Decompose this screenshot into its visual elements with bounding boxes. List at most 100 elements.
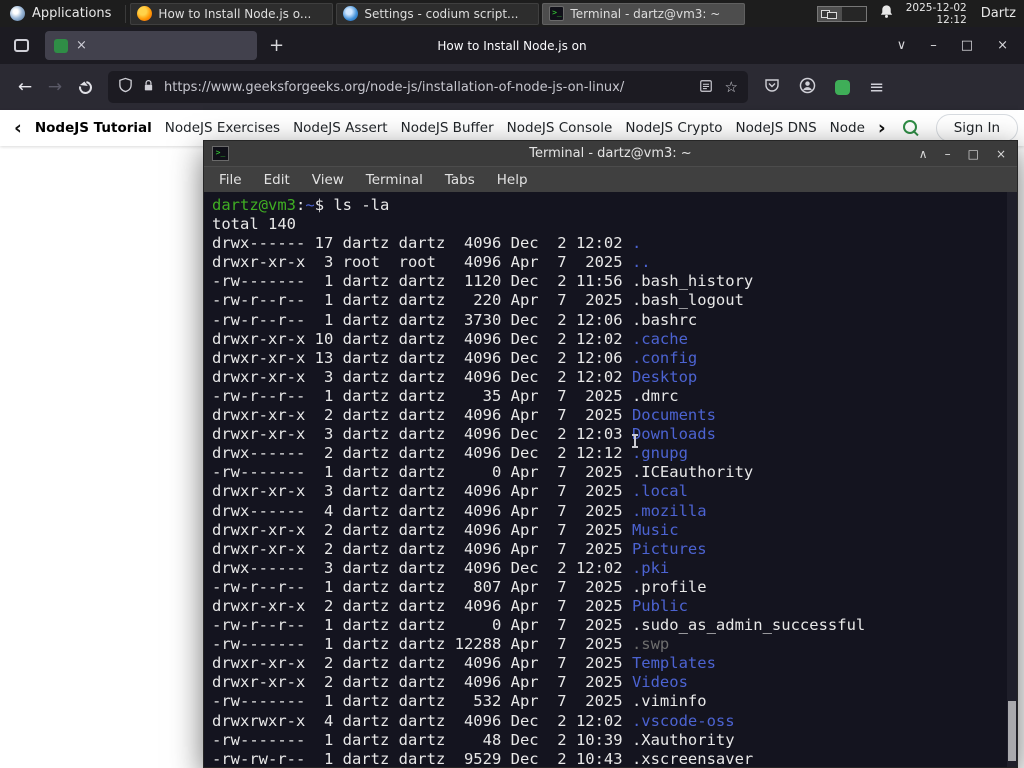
terminal-scrollbar-thumb[interactable] [1008,701,1016,761]
back-button[interactable]: ← [10,72,40,102]
terminal-icon: >_ [549,6,565,21]
terminal-output-line: drwxr-xr-x 3 root root 4096 Apr 7 2025 .… [212,253,651,272]
terminal-maximize-button[interactable]: □ [968,147,979,161]
taskbar-window-settings[interactable]: Settings - codium script... [336,2,540,25]
terminal-output-line: -rw-r--r-- 1 dartz dartz 220 Apr 7 2025 … [212,291,744,310]
nav-link-nodejs-exercises[interactable]: NodeJS Exercises [165,120,280,136]
terminal-output-line: drwxr-xr-x 3 dartz dartz 4096 Dec 2 12:0… [212,425,716,444]
terminal-output-line: -rw-rw-r-- 1 dartz dartz 9529 Dec 2 10:4… [212,749,754,767]
terminal-prompt-line: dartz@vm3:~$ ls -la [212,196,390,214]
bookmark-star-icon[interactable]: ☆ [725,78,738,96]
terminal-titlebar[interactable]: >_ Terminal - dartz@vm3: ~ ∧ – □ × [204,141,1017,166]
url-bar[interactable]: https://www.geeksforgeeks.org/node-js/in… [108,71,748,103]
terminal-output-line: drwx------ 4 dartz dartz 4096 Apr 7 2025… [212,501,707,520]
workspace-1[interactable] [817,6,842,21]
terminal-output-line: -rw-r--r-- 1 dartz dartz 807 Apr 7 2025 … [212,577,707,596]
nav-link-nodejs-buffer[interactable]: NodeJS Buffer [401,120,494,136]
terminal-output-line: drwx------ 17 dartz dartz 4096 Dec 2 12:… [212,234,642,253]
terminal-output-line: -rw------- 1 dartz dartz 12288 Apr 7 202… [212,635,670,654]
account-icon[interactable] [799,77,816,98]
tab-title: How to Install Node.js on [437,38,587,53]
tracking-shield-icon[interactable] [118,77,133,97]
terminal-output-line: drwxrwxr-x 4 dartz dartz 4096 Dec 2 12:0… [212,711,735,730]
menu-file[interactable]: File [208,172,253,188]
terminal-output-line: -rw------- 1 dartz dartz 532 Apr 7 2025 … [212,692,707,711]
terminal-menubar: File Edit View Terminal Tabs Help [204,166,1017,192]
nav-link-nodejs-crypto[interactable]: NodeJS Crypto [625,120,722,136]
system-tray: 2025-12-02 12:12 Dartz [816,2,1024,26]
taskbar-separator [125,4,127,23]
applications-label: Applications [32,6,112,21]
terminal-output-line: -rw-r--r-- 1 dartz dartz 3730 Dec 2 12:0… [212,310,698,329]
workspace-mini-window [826,11,837,19]
terminal-window-icon: >_ [212,146,229,161]
applications-menu[interactable]: Applications [0,0,121,27]
search-icon[interactable] [902,119,920,137]
desktop-taskbar: Applications How to Install Node.js o...… [0,0,1024,27]
menu-terminal[interactable]: Terminal [355,172,434,188]
terminal-output-line: drwxr-xr-x 2 dartz dartz 4096 Apr 7 2025… [212,539,707,558]
settings-icon [343,6,359,21]
username-label: Dartz [980,6,1016,21]
firefox-icon [137,6,153,21]
menu-tabs[interactable]: Tabs [434,172,486,188]
nav-scroll-right-icon[interactable]: › [878,117,886,139]
terminal-close-button[interactable]: × [996,147,1006,161]
extension-icon[interactable] [835,79,850,95]
terminal-output-line: drwxr-xr-x 2 dartz dartz 4096 Apr 7 2025… [212,596,688,615]
lock-icon[interactable] [142,78,155,97]
applications-icon [10,6,25,21]
nav-link-nodejs-assert[interactable]: NodeJS Assert [293,120,388,136]
reload-button[interactable] [70,72,100,102]
menu-help[interactable]: Help [486,172,539,188]
terminal-output-line: drwxr-xr-x 3 dartz dartz 4096 Dec 2 12:0… [212,367,698,386]
terminal-output-line: -rw------- 1 dartz dartz 1120 Dec 2 11:5… [212,272,754,291]
browser-tab-active[interactable]: How to Install Node.js on × [45,31,587,60]
terminal-output-line: drwxr-xr-x 2 dartz dartz 4096 Apr 7 2025… [212,654,716,673]
terminal-scrollbar[interactable] [1007,192,1017,767]
sign-in-button[interactable]: Sign In [935,114,1019,142]
terminal-output-line: -rw-r--r-- 1 dartz dartz 0 Apr 7 2025 .s… [212,616,866,635]
terminal-output-line: drwxr-xr-x 3 dartz dartz 4096 Apr 7 2025… [212,482,688,501]
terminal-output[interactable]: dartz@vm3:~$ ls -la total 140 drwx------… [204,192,1017,767]
tab-bar: How to Install Node.js on × + ∨ – □ × [0,27,1024,64]
workspace-switcher[interactable] [816,5,867,22]
menu-view[interactable]: View [301,172,355,188]
forward-button[interactable]: → [40,72,70,102]
terminal-output-line: -rw------- 1 dartz dartz 0 Apr 7 2025 .I… [212,463,754,482]
nav-link-nodejs-dns[interactable]: NodeJS DNS [736,120,817,136]
nav-link-nodejs-console[interactable]: NodeJS Console [507,120,613,136]
terminal-output-line: drwxr-xr-x 2 dartz dartz 4096 Apr 7 2025… [212,406,716,425]
clock[interactable]: 2025-12-02 12:12 [906,2,967,26]
terminal-output-line: drwx------ 2 dartz dartz 4096 Dec 2 12:1… [212,444,688,463]
terminal-output-line: -rw------- 1 dartz dartz 48 Dec 2 10:39 … [212,730,735,749]
terminal-shade-button[interactable]: ∧ [919,147,928,161]
terminal-output-line: -rw-r--r-- 1 dartz dartz 35 Apr 7 2025 .… [212,386,679,405]
url-text[interactable]: https://www.geeksforgeeks.org/node-js/in… [164,80,690,95]
nav-link-nodejs-tutorial[interactable]: NodeJS Tutorial [35,120,152,136]
terminal-output-line: drwxr-xr-x 13 dartz dartz 4096 Dec 2 12:… [212,348,698,367]
clock-time: 12:12 [936,13,967,26]
menu-edit[interactable]: Edit [253,172,301,188]
taskbar-window-terminal[interactable]: >_ Terminal - dartz@vm3: ~ [542,2,746,25]
taskbar-window-firefox[interactable]: How to Install Node.js o... [130,2,334,25]
reader-mode-icon[interactable] [699,78,713,97]
terminal-output-line: drwxr-xr-x 2 dartz dartz 4096 Apr 7 2025… [212,520,679,539]
nav-link-node-truncated[interactable]: Node [830,120,865,136]
notification-bell-icon[interactable] [879,4,894,23]
navigation-toolbar: ← → https://www.geeksforgeeks.org/node-j… [0,64,1024,110]
terminal-output-line: drwxr-xr-x 2 dartz dartz 4096 Apr 7 2025… [212,673,688,692]
terminal-minimize-button[interactable]: – [945,147,951,161]
workspace-2[interactable] [841,6,866,21]
terminal-output-line: drwxr-xr-x 10 dartz dartz 4096 Dec 2 12:… [212,329,688,348]
menu-icon[interactable]: ≡ [869,77,884,98]
reload-icon [75,77,95,97]
nav-scroll-left-icon[interactable]: ‹ [14,117,22,139]
terminal-output-line: drwx------ 3 dartz dartz 4096 Dec 2 12:0… [212,558,670,577]
clock-date: 2025-12-02 [905,1,967,14]
text-cursor-icon [632,434,638,448]
terminal-listing: drwx------ 17 dartz dartz 4096 Dec 2 12:… [212,234,1017,767]
terminal-total-line: total 140 [212,215,296,234]
terminal-title: Terminal - dartz@vm3: ~ [529,146,692,161]
pocket-icon[interactable] [764,77,780,97]
